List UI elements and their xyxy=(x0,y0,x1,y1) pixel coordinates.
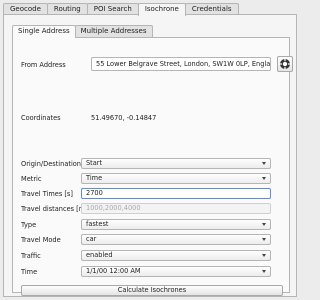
origin-destination-value: Start xyxy=(86,159,103,167)
travel-mode-select[interactable]: car xyxy=(81,234,271,245)
metric-label: Metric xyxy=(21,175,42,183)
travel-distances-label: Travel distances [m] xyxy=(21,205,88,213)
type-value: fastest xyxy=(86,220,109,228)
travel-distances-input[interactable]: 1000,2000,4000 xyxy=(81,203,271,214)
from-address-input[interactable]: 55 Lower Belgrave Street, London, SW1W 0… xyxy=(91,57,271,71)
chevron-down-icon xyxy=(262,223,266,226)
coordinates-label: Coordinates xyxy=(21,114,61,122)
calculate-isochrones-button[interactable]: Calculate Isochrones xyxy=(21,285,283,296)
time-label: Time xyxy=(21,268,38,276)
time-datetime-edit[interactable]: 1/1/00 12:00 AM xyxy=(81,266,271,277)
travel-mode-label: Travel Mode xyxy=(21,236,61,244)
tab-isochrone[interactable]: Isochrone xyxy=(137,3,186,16)
tab-single-address[interactable]: Single Address xyxy=(12,25,76,38)
crosshair-icon xyxy=(279,58,291,70)
origin-destination-label: Origin/Destination xyxy=(21,160,81,168)
coordinates-value: 51.49670, -0.14847 xyxy=(91,114,157,122)
traffic-select[interactable]: enabled xyxy=(81,250,271,261)
type-label: Type xyxy=(21,221,37,229)
travel-times-label: Travel Times [s] xyxy=(21,190,73,198)
single-address-panel: From Address 55 Lower Belgrave Street, L… xyxy=(12,37,293,296)
traffic-label: Traffic xyxy=(21,252,41,260)
metric-value: Time xyxy=(86,174,103,182)
tab-multiple-addresses[interactable]: Multiple Addresses xyxy=(74,25,153,37)
metric-select[interactable]: Time xyxy=(81,173,271,184)
chevron-down-icon xyxy=(262,162,266,165)
type-select[interactable]: fastest xyxy=(81,219,271,230)
isochrone-panel: Single Address Multiple Addresses From A… xyxy=(3,14,297,297)
chevron-down-icon xyxy=(262,177,266,180)
from-address-label: From Address xyxy=(21,61,66,69)
pick-location-button[interactable] xyxy=(277,56,293,72)
traffic-value: enabled xyxy=(86,251,113,259)
inner-tab-bar: Single Address Multiple Addresses xyxy=(12,25,153,38)
origin-destination-select[interactable]: Start xyxy=(81,158,271,169)
time-value: 1/1/00 12:00 AM xyxy=(86,267,141,275)
chevron-down-icon xyxy=(262,270,266,273)
travel-mode-value: car xyxy=(86,235,97,243)
chevron-down-icon xyxy=(262,238,266,241)
travel-times-input[interactable]: 2700 xyxy=(81,188,271,199)
chevron-down-icon xyxy=(262,254,266,257)
